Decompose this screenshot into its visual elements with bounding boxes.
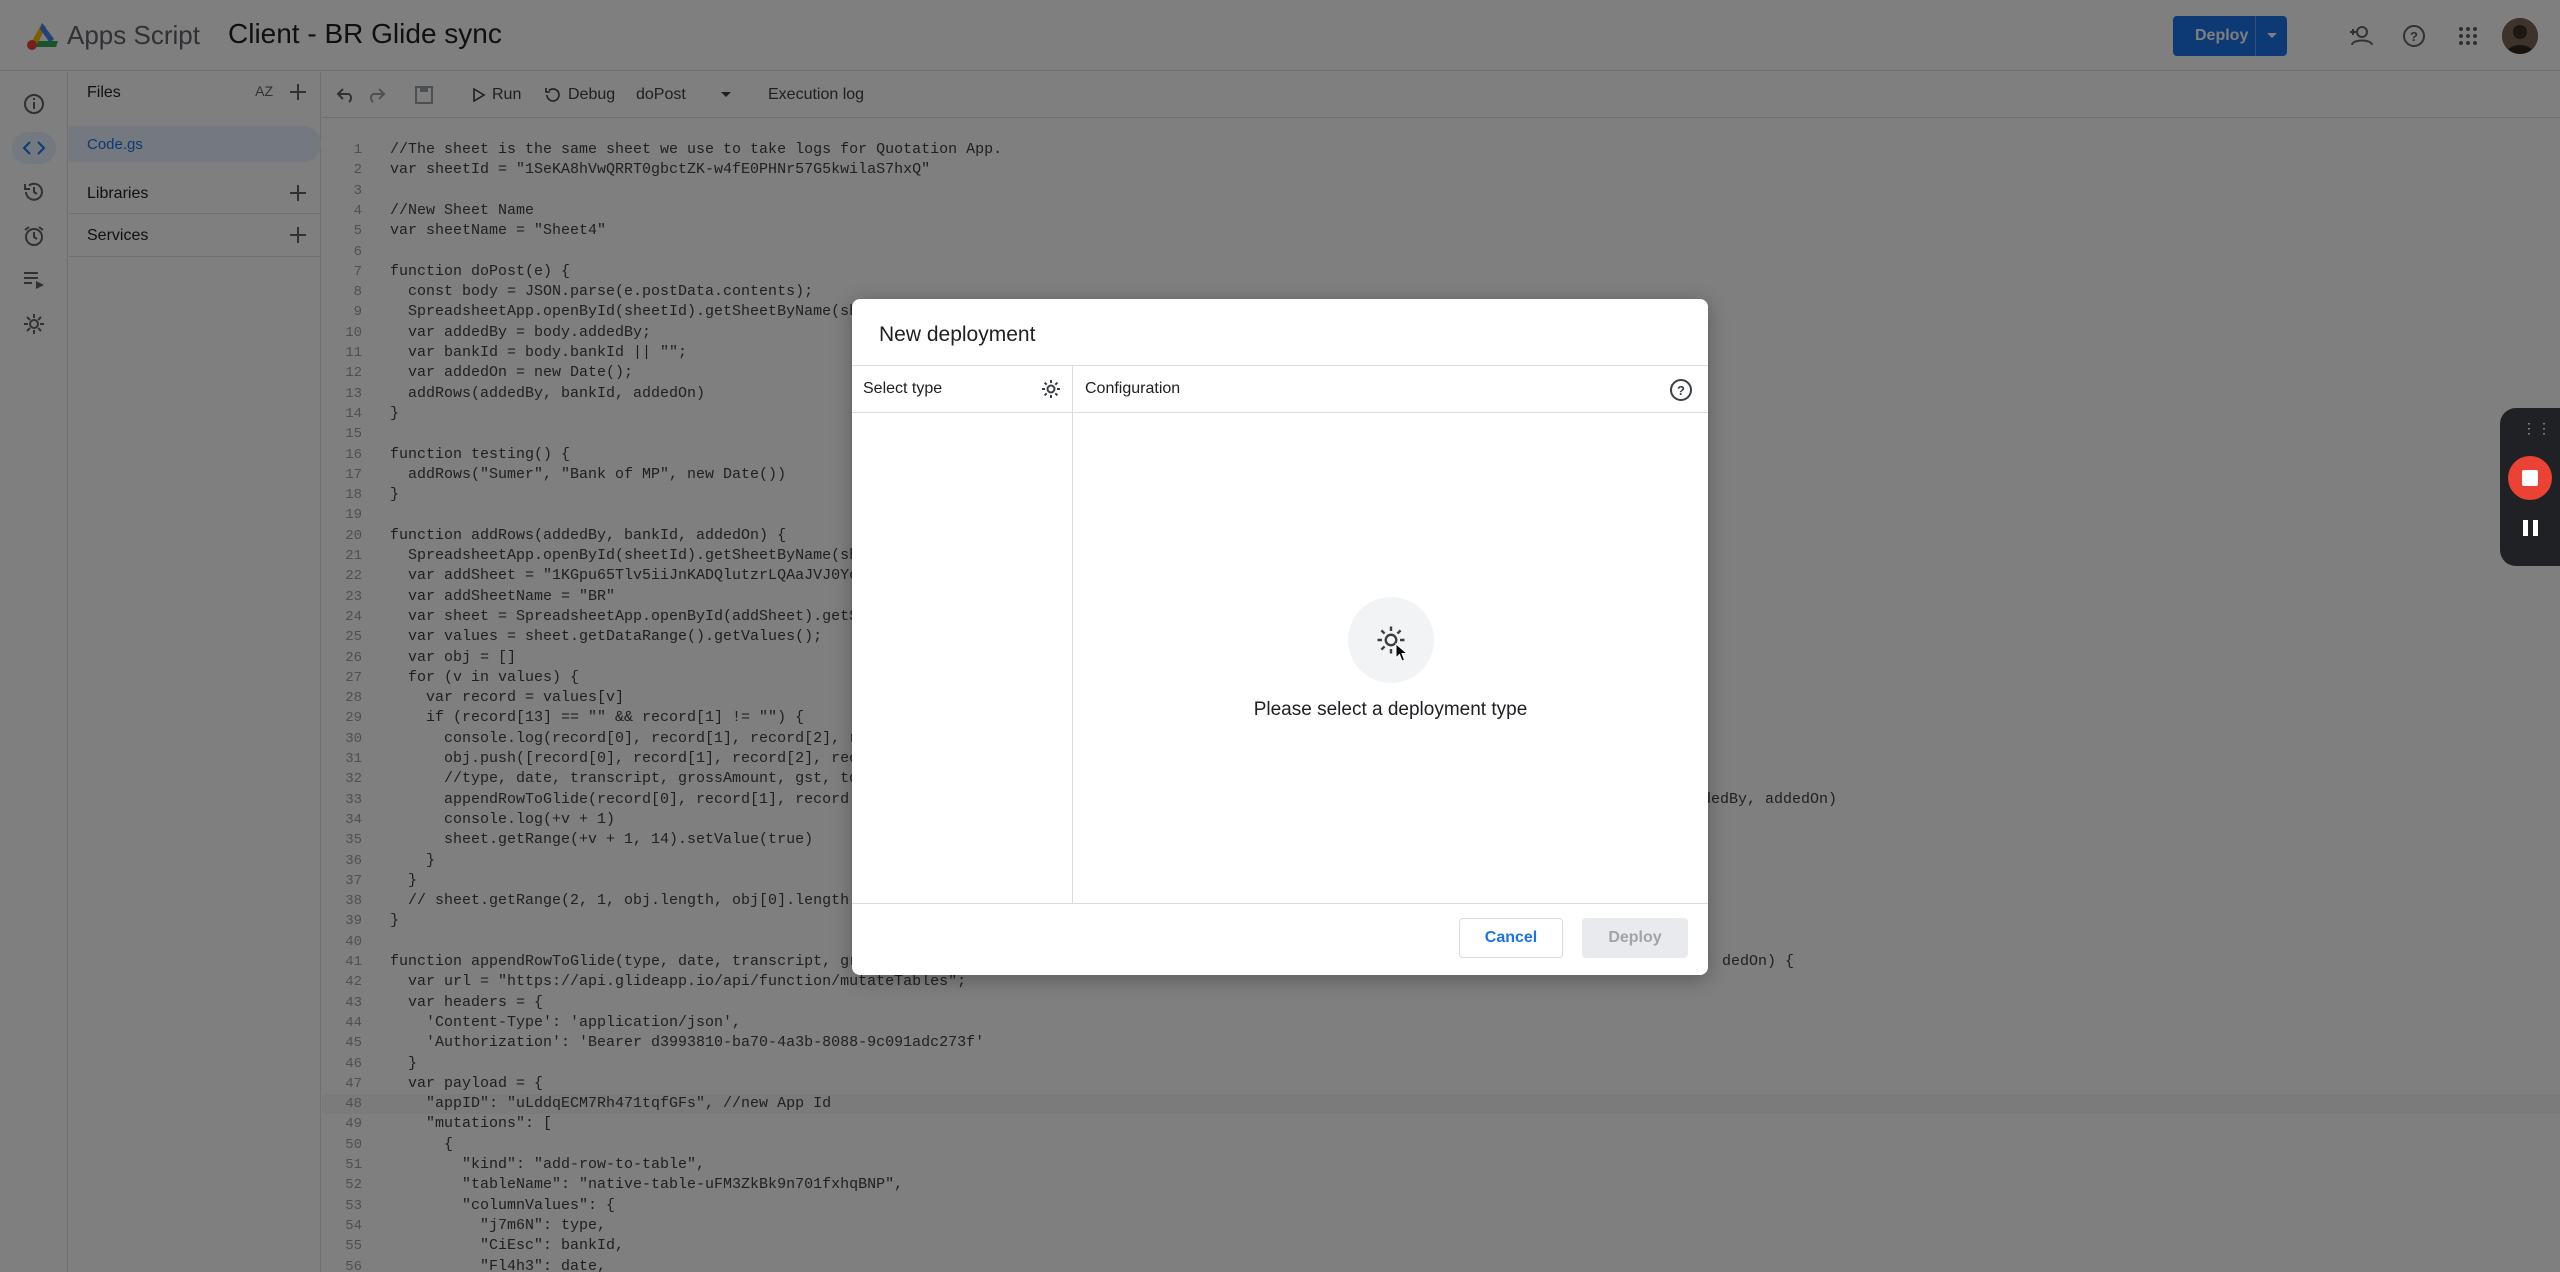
gear-icon[interactable] xyxy=(1039,377,1063,401)
pause-icon[interactable] xyxy=(2520,520,2540,540)
new-deployment-dialog: New deployment Select type Configuration… xyxy=(852,299,1708,975)
divider xyxy=(852,412,1708,413)
mouse-cursor xyxy=(1395,643,1409,662)
divider xyxy=(1072,365,1073,903)
empty-state-message: Please select a deployment type xyxy=(1253,699,1528,720)
drag-handle-icon[interactable]: ⋮⋮ xyxy=(2522,420,2552,437)
cancel-button[interactable]: Cancel xyxy=(1459,918,1563,958)
select-type-label: Select type xyxy=(863,380,943,397)
recorder-widget: ⋮⋮ xyxy=(2500,408,2560,566)
help-icon[interactable]: ? xyxy=(1668,377,1694,403)
dialog-title: New deployment xyxy=(879,323,1036,346)
stop-icon[interactable] xyxy=(2508,456,2552,500)
deploy-button-disabled[interactable]: Deploy xyxy=(1582,918,1688,958)
svg-text:?: ? xyxy=(1677,383,1685,398)
divider xyxy=(852,365,1708,366)
empty-state-gear xyxy=(1348,597,1434,683)
divider xyxy=(852,903,1708,904)
configuration-label: Configuration xyxy=(1085,380,1181,397)
